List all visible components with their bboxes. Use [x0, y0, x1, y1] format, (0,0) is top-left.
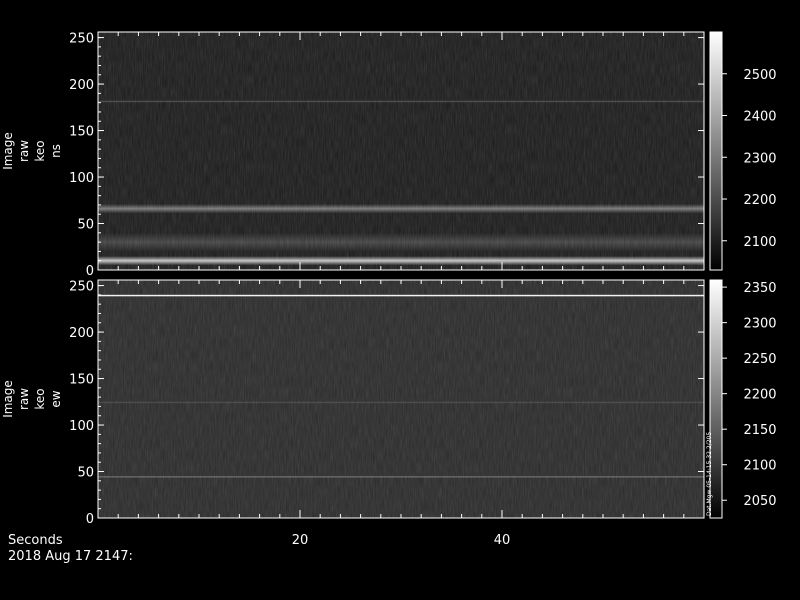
keogram-figure: 050100150200250 Image raw keo ns 2100220023… — [1, 31, 777, 564]
bottom-colorbar-side-label: Dat.Mgw 05-14:15 32 2/205 — [706, 432, 713, 516]
bottom-y-tick-label: 150 — [69, 373, 94, 388]
top-colorbar-tick-label: 2100 — [743, 235, 776, 250]
top-y-tick-label: 200 — [69, 78, 94, 93]
top-heatmap-noise — [98, 32, 704, 270]
top-y-tick-label: 250 — [69, 32, 94, 47]
top-y-tick-label: 0 — [86, 264, 94, 279]
top-colorbar-tick-label: 2300 — [743, 151, 776, 166]
bottom-x-tick-label: 20 — [292, 533, 309, 548]
bottom-colorbar: 2050 2100 2150 2200 2250 2300 2350 Dat.Mgw 05-… — [706, 279, 777, 519]
bottom-ylabel-line: raw — [17, 388, 31, 410]
top-ylabel: Image raw keo ns — [1, 132, 63, 170]
top-colorbar: 2100 2200 2300 2400 2500 — [709, 31, 777, 271]
bottom-y-tick-label: 250 — [69, 280, 94, 295]
top-heatmap — [98, 32, 704, 270]
top-ylabel-line: Image — [1, 132, 15, 170]
top-ylabel-line: raw — [17, 140, 31, 162]
top-colorbar-tick-label: 2200 — [743, 193, 776, 208]
top-ylabel-line: keo — [33, 140, 47, 161]
bottom-colorbar-tick-label: 2300 — [743, 317, 776, 332]
top-panel: 0 50 100 150 200 250 Image raw keo ns 2100 2200 23… — [1, 31, 777, 279]
bottom-y-tick-label: 0 — [86, 512, 94, 527]
bottom-y-tick-label: 100 — [69, 419, 94, 434]
bottom-colorbar-tick-label: 2200 — [743, 388, 776, 403]
bottom-colorbar-ticks: 2050 2100 2150 2200 2250 2300 2350 — [722, 281, 777, 509]
top-y-tick-label: 50 — [77, 218, 94, 233]
bottom-y-tick-label: 50 — [77, 466, 94, 481]
bottom-ylabel-line: ew — [49, 390, 63, 407]
bottom-colorbar-tick-label: 2150 — [743, 423, 776, 438]
x-axis-label: Seconds — [8, 533, 63, 548]
timestamp: 2018 Aug 17 2147: — [8, 549, 133, 564]
bottom-ylabel-line: keo — [33, 388, 47, 409]
bottom-colorbar-tick-label: 2250 — [743, 352, 776, 367]
top-colorbar-tick-label: 2500 — [743, 68, 776, 83]
bottom-heatmap-noise — [98, 280, 704, 518]
bottom-heatmap — [98, 280, 704, 518]
bottom-ylabel: Image raw keo ew — [1, 380, 63, 418]
top-ylabel-line: ns — [49, 144, 63, 158]
top-colorbar-tick-label: 2400 — [743, 110, 776, 125]
top-colorbar-gradient — [709, 31, 723, 271]
bottom-colorbar-tick-label: 2350 — [743, 281, 776, 296]
bottom-colorbar-tick-label: 2100 — [743, 459, 776, 474]
top-y-tick-label: 150 — [69, 125, 94, 140]
bottom-panel: 050100150200250 20 40 Image raw keo ew 20502… — [1, 279, 777, 548]
bottom-y-tick-label: 200 — [69, 326, 94, 341]
bottom-colorbar-tick-label: 2050 — [743, 494, 776, 509]
top-y-tick-label: 100 — [69, 171, 94, 186]
top-colorbar-ticks: 2100 2200 2300 2400 2500 — [722, 68, 777, 250]
bottom-x-tick-label: 40 — [494, 533, 511, 548]
bottom-ylabel-line: Image — [1, 380, 15, 418]
